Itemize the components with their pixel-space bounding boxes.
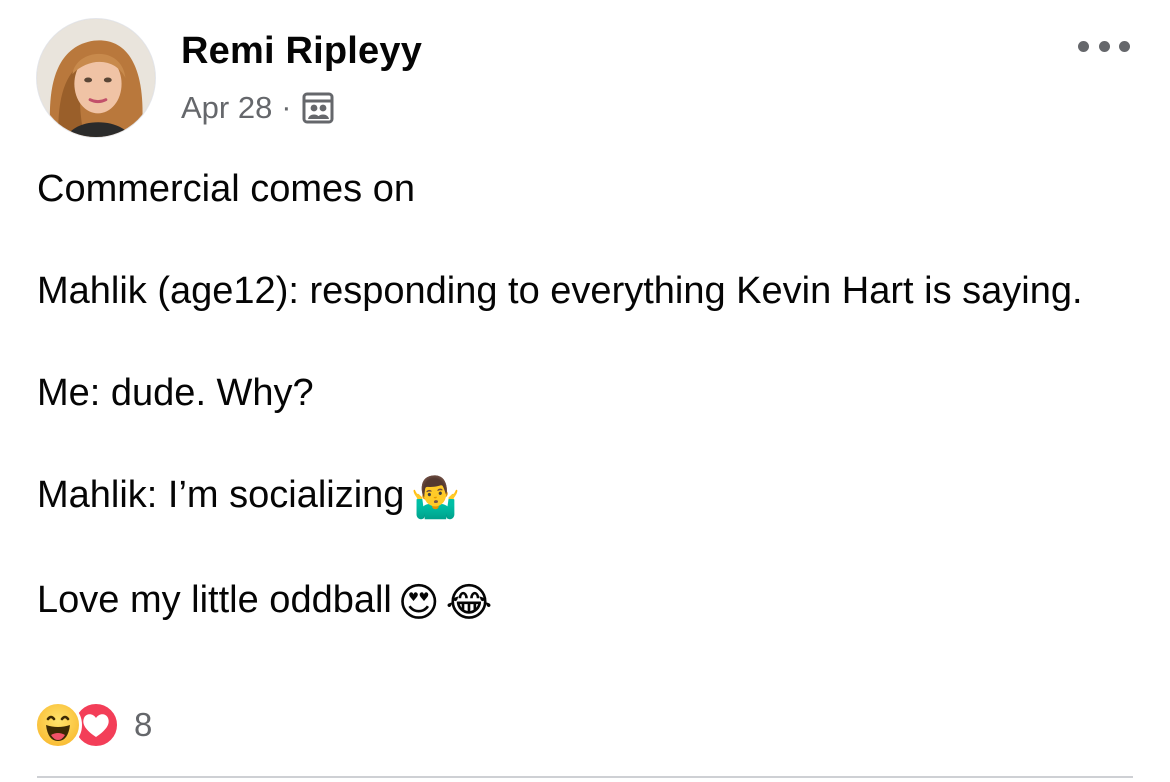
author-avatar[interactable] xyxy=(36,18,156,138)
custom-audience-icon[interactable] xyxy=(301,91,335,125)
post-body: Commercial comes on Mahlik (age12): resp… xyxy=(37,164,1127,629)
post-date[interactable]: Apr 28 xyxy=(181,90,272,126)
shrug-emoji-icon: 🤷‍♂️ xyxy=(410,475,461,521)
post-line: Commercial comes on xyxy=(37,168,415,210)
more-dot xyxy=(1098,40,1110,52)
meta-separator: · xyxy=(281,91,292,124)
post-line: Mahlik (age12): responding to everything… xyxy=(37,270,1083,312)
more-dot xyxy=(1078,40,1089,52)
post-divider xyxy=(37,776,1133,778)
avatar-photo xyxy=(37,19,155,137)
reactions-summary[interactable]: 8 xyxy=(34,700,152,750)
author-name[interactable]: Remi Ripleyy xyxy=(181,30,422,73)
reaction-count: 8 xyxy=(134,706,153,743)
haha-reaction-icon xyxy=(34,701,82,749)
tears-of-joy-emoji-icon: 😂 xyxy=(445,580,493,626)
post-meta: Apr 28 · xyxy=(181,88,335,128)
post-line: Me: dude. Why? xyxy=(37,372,314,414)
post-line: Mahlik: I’m socializing 🤷‍♂️ xyxy=(37,470,1127,524)
post-line: Love my little oddball 😍 😂 xyxy=(37,575,1127,629)
heart-eyes-emoji-icon: 😍 xyxy=(397,580,440,626)
more-options-icon[interactable] xyxy=(1072,28,1136,64)
facebook-post: Remi Ripleyy Apr 28 · Commercial comes o… xyxy=(0,0,1170,782)
more-dot xyxy=(1119,40,1130,52)
